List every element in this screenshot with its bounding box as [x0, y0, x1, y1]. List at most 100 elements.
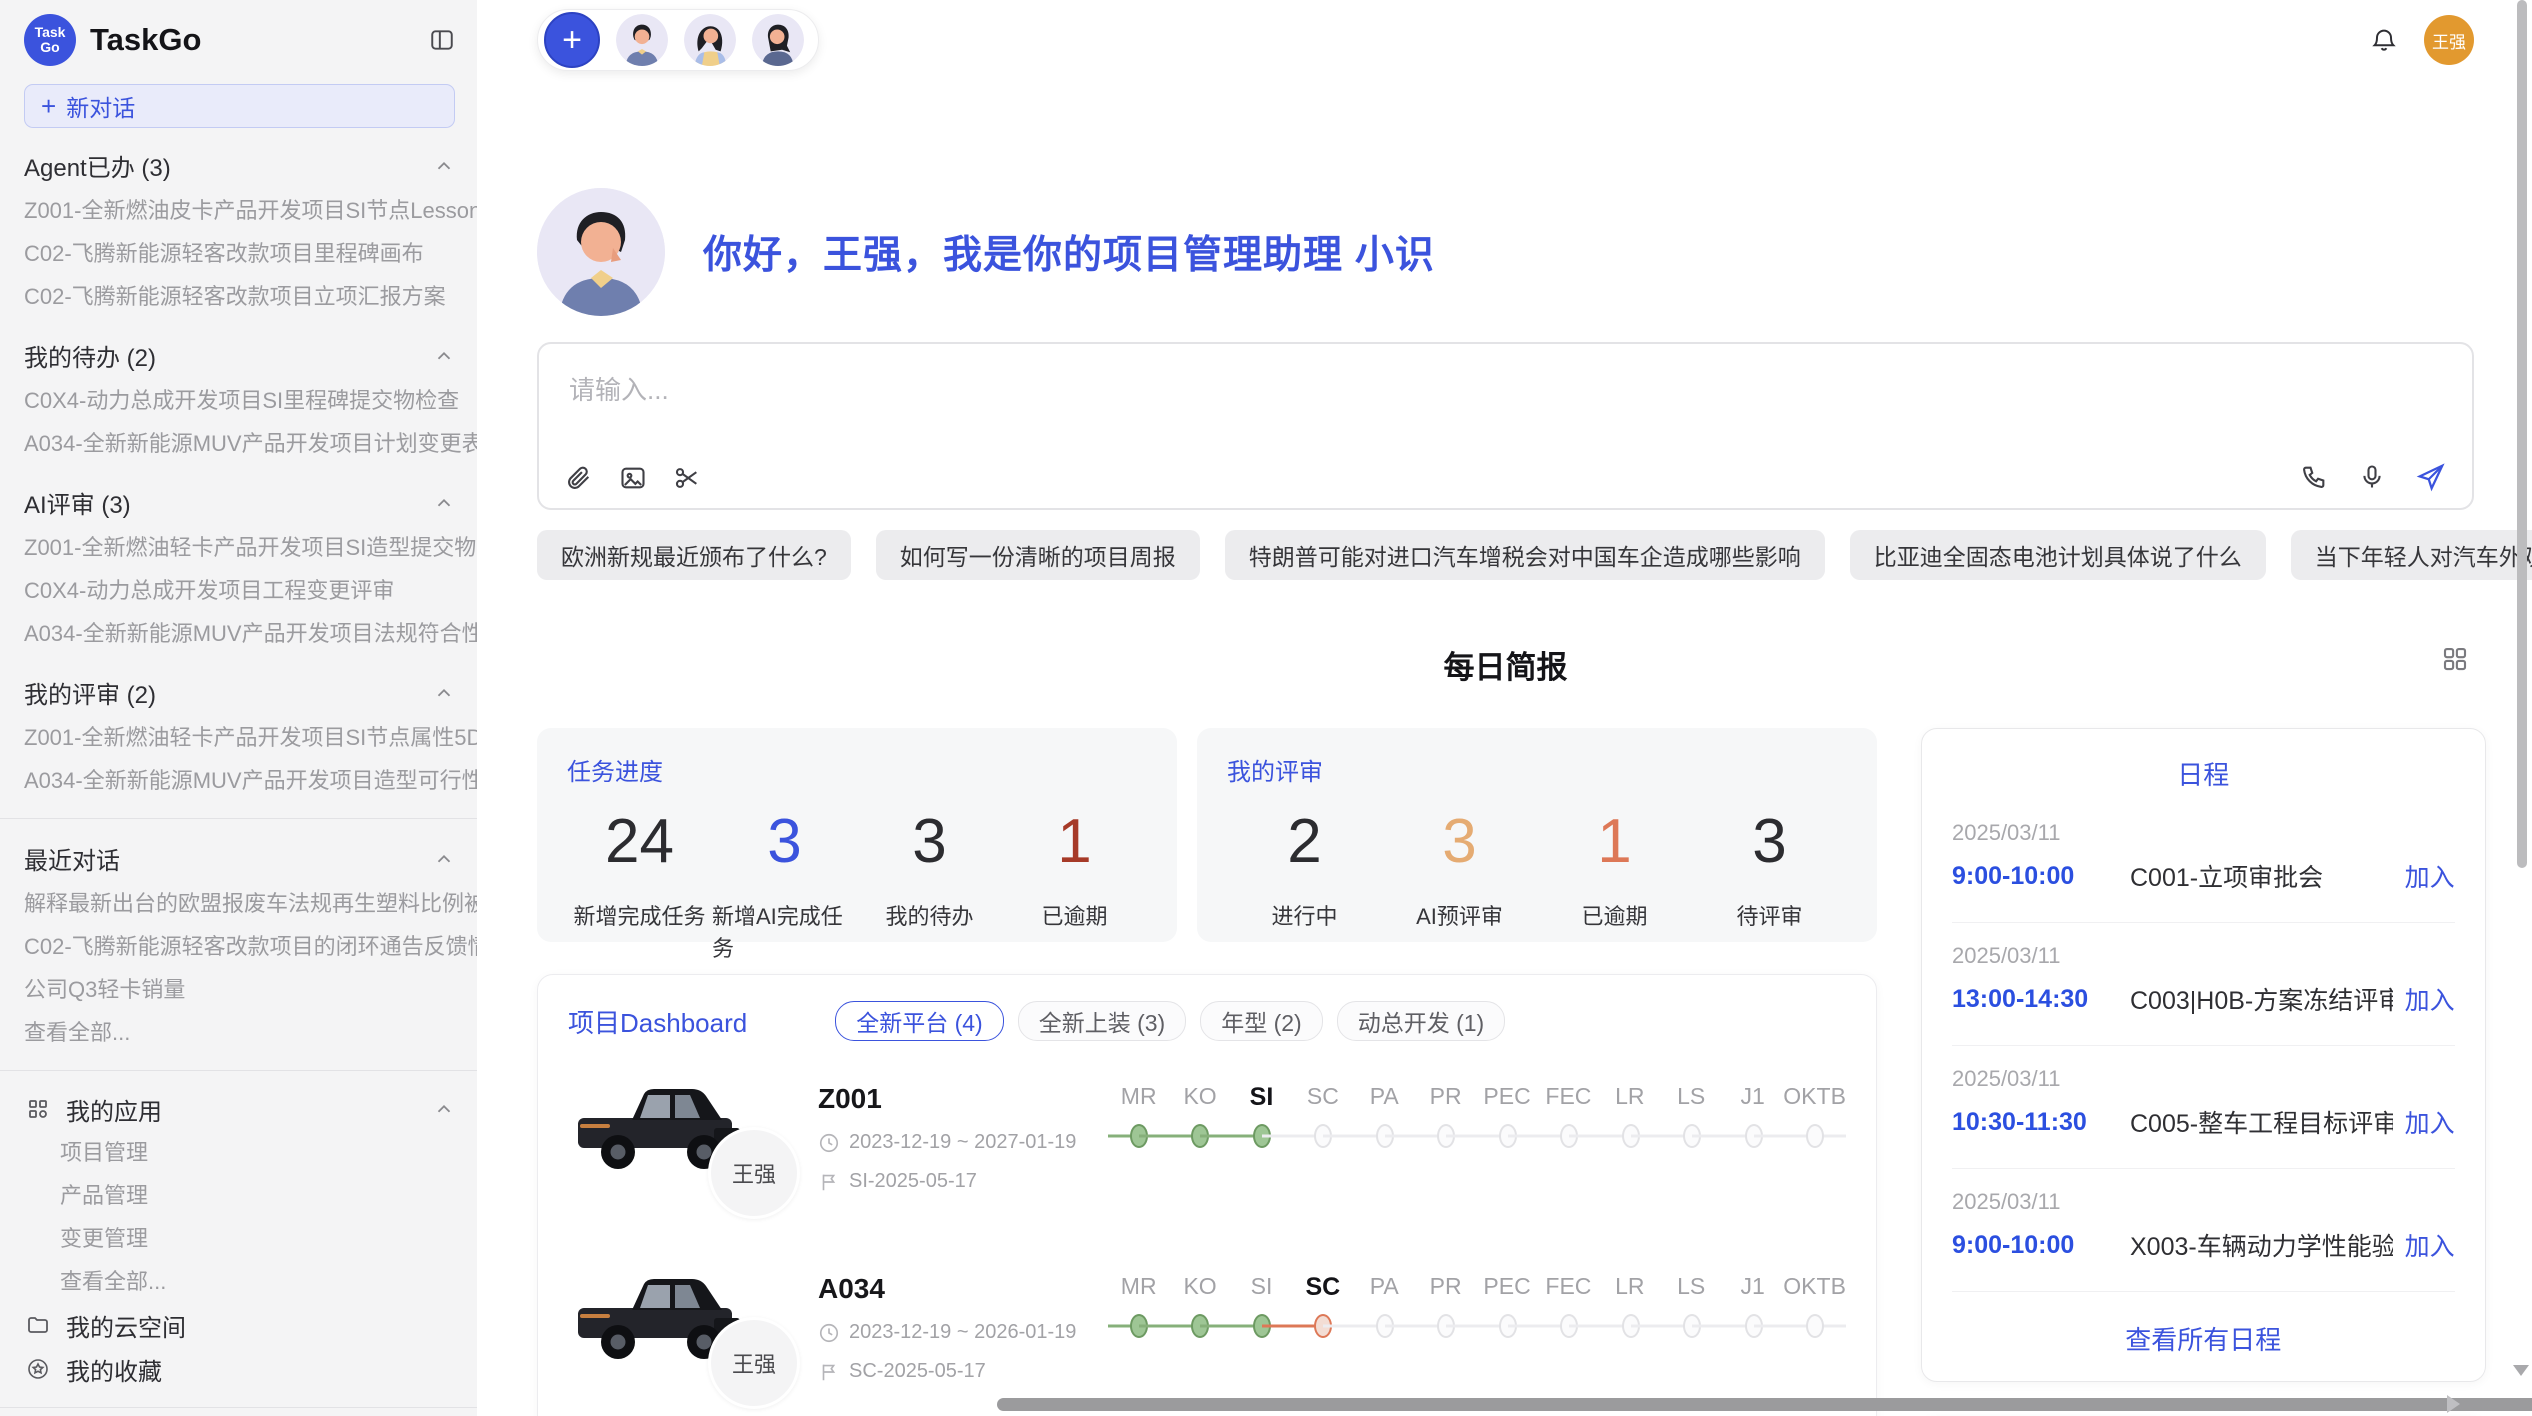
new-chat-button[interactable]: + 新对话 [24, 84, 455, 128]
plus-icon: + [41, 93, 56, 119]
milestone-label: MR [1108, 1273, 1169, 1302]
sidebar-conversation-item[interactable]: C0X4-动力总成开发项目SI里程碑提交物检查 [0, 379, 477, 422]
sidebar-item-cloud-space[interactable]: 我的云空间 [0, 1303, 477, 1347]
sidebar-section-header[interactable]: AI评审 (3) [0, 479, 477, 526]
layout-grid-icon[interactable] [2440, 644, 2470, 674]
dashboard-tab[interactable]: 年型 (2) [1200, 1001, 1323, 1041]
dashboard-tab[interactable]: 全新平台 (4) [835, 1001, 1004, 1041]
sidebar-app-item[interactable]: 查看全部... [0, 1260, 477, 1303]
notification-bell-icon[interactable] [2370, 26, 2398, 54]
sidebar-item-favorites[interactable]: 我的收藏 [0, 1347, 477, 1391]
phone-icon[interactable] [2300, 463, 2328, 491]
send-icon[interactable] [2416, 462, 2446, 492]
app-title: TaskGo [90, 22, 415, 58]
dashboard-tab[interactable]: 全新上装 (3) [1018, 1001, 1187, 1041]
sidebar-app-item[interactable]: 项目管理 [0, 1131, 477, 1174]
schedule-item[interactable]: 2025/03/119:00-10:00C001-立项审批会加入 [1952, 800, 2455, 923]
recent-chat-item[interactable]: C02-飞腾新能源轻客改款项目的闭环通告反馈情况 [0, 925, 477, 968]
suggestion-chip[interactable]: 特朗普可能对进口汽车增税会对中国车企造成哪些影响 [1225, 530, 1825, 580]
schedule-item[interactable]: 2025/03/119:00-10:00X003-车辆动力学性能验...加入 [1952, 1169, 2455, 1292]
sidebar-item-my-apps[interactable]: 我的应用 [0, 1087, 477, 1131]
suggestion-chip[interactable]: 欧洲新规最近颁布了什么? [537, 530, 851, 580]
stat-card: 我的评审2进行中3AI预评审1已逾期3待评审 [1197, 728, 1877, 942]
stats-cards: 任务进度24新增完成任务3新增AI完成任务3我的待办1已逾期我的评审2进行中3A… [537, 728, 1877, 942]
chevron-up-icon[interactable] [433, 155, 455, 177]
milestone-label: OKTB [1783, 1273, 1846, 1302]
join-meeting-link[interactable]: 加入 [2405, 981, 2455, 1017]
join-meeting-link[interactable]: 加入 [2405, 1104, 2455, 1140]
sidebar-app-item[interactable]: 变更管理 [0, 1217, 477, 1260]
vertical-scrollbar[interactable] [2517, 0, 2527, 868]
chat-input-box[interactable]: 请输入... [537, 342, 2474, 510]
stat-label: 新增AI完成任务 [712, 899, 857, 963]
stat-value: 3 [1752, 805, 1786, 879]
user-avatar[interactable]: 王强 [2424, 15, 2474, 65]
new-chat-label: 新对话 [66, 89, 135, 123]
stat-value: 3 [912, 805, 946, 879]
briefing-left-column: 任务进度24新增完成任务3新增AI完成任务3我的待办1已逾期我的评审2进行中3A… [537, 728, 1877, 1416]
recent-chat-item[interactable]: 查看全部... [0, 1011, 477, 1054]
sidebar-conversation-item[interactable]: C02-飞腾新能源轻客改款项目立项汇报方案 [0, 275, 477, 318]
chevron-up-icon[interactable] [433, 682, 455, 704]
chevron-up-icon[interactable] [433, 345, 455, 367]
scissors-icon[interactable] [673, 464, 701, 492]
greeting-text: 你好，王强，我是你的项目管理助理 小识 [703, 224, 1435, 280]
schedule-item[interactable]: 2025/03/1110:30-11:30C005-整车工程目标评审加入 [1952, 1046, 2455, 1169]
suggestion-chip[interactable]: 比亚迪全固态电池计划具体说了什么 [1850, 530, 2266, 580]
sidebar-section-header[interactable]: 我的评审 (2) [0, 669, 477, 716]
sidebar-conversation-item[interactable]: C0X4-动力总成开发项目工程变更评审 [0, 569, 477, 612]
sidebar-sections: Agent已办 (3)Z001-全新燃油皮卡产品开发项目SI节点Lesson L… [0, 142, 477, 802]
logo-line1: Task [35, 25, 66, 40]
microphone-icon[interactable] [2358, 463, 2386, 491]
image-icon[interactable] [619, 464, 647, 492]
milestone-label: LR [1599, 1083, 1660, 1112]
horizontal-scrollbar[interactable] [997, 1398, 2532, 1411]
schedule-item[interactable]: 2025/03/1113:00-14:30C003|H0B-方案冻结评审加入 [1952, 923, 2455, 1046]
sidebar-collapse-icon[interactable] [429, 27, 455, 53]
scroll-down-arrow-icon[interactable] [2513, 1365, 2529, 1376]
chevron-up-icon[interactable] [433, 492, 455, 514]
add-agent-button[interactable]: + [544, 12, 600, 68]
project-list: 王强Z0012023-12-19 ~ 2027-01-19SI-2025-05-… [568, 1081, 1846, 1416]
milestone-label: LR [1599, 1273, 1660, 1302]
agent-avatar-2[interactable] [684, 14, 736, 66]
sidebar-conversation-item[interactable]: C02-飞腾新能源轻客改款项目里程碑画布 [0, 232, 477, 275]
milestone-label: FEC [1538, 1083, 1599, 1112]
scroll-right-arrow-icon[interactable] [2447, 1395, 2460, 1413]
schedule-time: 10:30-11:30 [1952, 1108, 2130, 1137]
daily-briefing-title: 每日简报 [537, 642, 2474, 687]
join-meeting-link[interactable]: 加入 [2405, 858, 2455, 894]
suggestion-chip[interactable]: 如何写一份清晰的项目周报 [876, 530, 1200, 580]
milestone-label: SI [1231, 1083, 1292, 1112]
stat-item: 2进行中 [1227, 805, 1382, 931]
schedule-date: 2025/03/11 [1952, 943, 2455, 969]
chevron-up-icon[interactable] [433, 848, 455, 870]
sidebar-section-header[interactable]: 我的待办 (2) [0, 332, 477, 379]
stat-label: AI预评审 [1416, 899, 1503, 931]
dashboard-tab[interactable]: 动总开发 (1) [1337, 1001, 1506, 1041]
composer-left-icons [565, 464, 701, 492]
project-row[interactable]: 王强A0342023-12-19 ~ 2026-01-19SC-2025-05-… [568, 1271, 1846, 1416]
suggestion-chip[interactable]: 当下年轻人对汽车外观有怎样的喜好趋势 [2291, 530, 2532, 580]
sidebar-conversation-item[interactable]: Z001-全新燃油皮卡产品开发项目SI节点Lesson Learn报告 [0, 189, 477, 232]
sidebar-conversation-item[interactable]: Z001-全新燃油轻卡产品开发项目SI造型提交物评审 [0, 526, 477, 569]
schedule-card: 日程 2025/03/119:00-10:00C001-立项审批会加入2025/… [1921, 728, 2486, 1382]
attachment-icon[interactable] [565, 464, 593, 492]
sidebar-conversation-item[interactable]: A034-全新新能源MUV产品开发项目计划变更表编写 [0, 422, 477, 465]
recent-chat-item[interactable]: 解释最新出台的欧盟报废车法规再生塑料比例被调至15%... [0, 882, 477, 925]
sidebar-conversation-item[interactable]: A034-全新新能源MUV产品开发项目法规符合性评审 [0, 612, 477, 655]
view-all-schedule-link[interactable]: 查看所有日程 [1952, 1320, 2455, 1357]
recent-chat-item[interactable]: 公司Q3轻卡销量 [0, 968, 477, 1011]
chevron-up-icon[interactable] [433, 1098, 455, 1120]
sidebar-conversation-item[interactable]: A034-全新新能源MUV产品开发项目造型可行性评审 [0, 759, 477, 802]
sidebar-section-header[interactable]: 最近对话 [0, 835, 477, 882]
agent-avatar-3[interactable] [752, 14, 804, 66]
flag-icon [818, 1361, 840, 1383]
sidebar-section-header[interactable]: Agent已办 (3) [0, 142, 477, 189]
stat-item: 3AI预评审 [1382, 805, 1537, 931]
sidebar-conversation-item[interactable]: Z001-全新燃油轻卡产品开发项目SI节点属性5D文件评审 [0, 716, 477, 759]
project-row[interactable]: 王强Z0012023-12-19 ~ 2027-01-19SI-2025-05-… [568, 1081, 1846, 1231]
join-meeting-link[interactable]: 加入 [2405, 1227, 2455, 1263]
sidebar-app-item[interactable]: 产品管理 [0, 1174, 477, 1217]
agent-avatar-1[interactable] [616, 14, 668, 66]
